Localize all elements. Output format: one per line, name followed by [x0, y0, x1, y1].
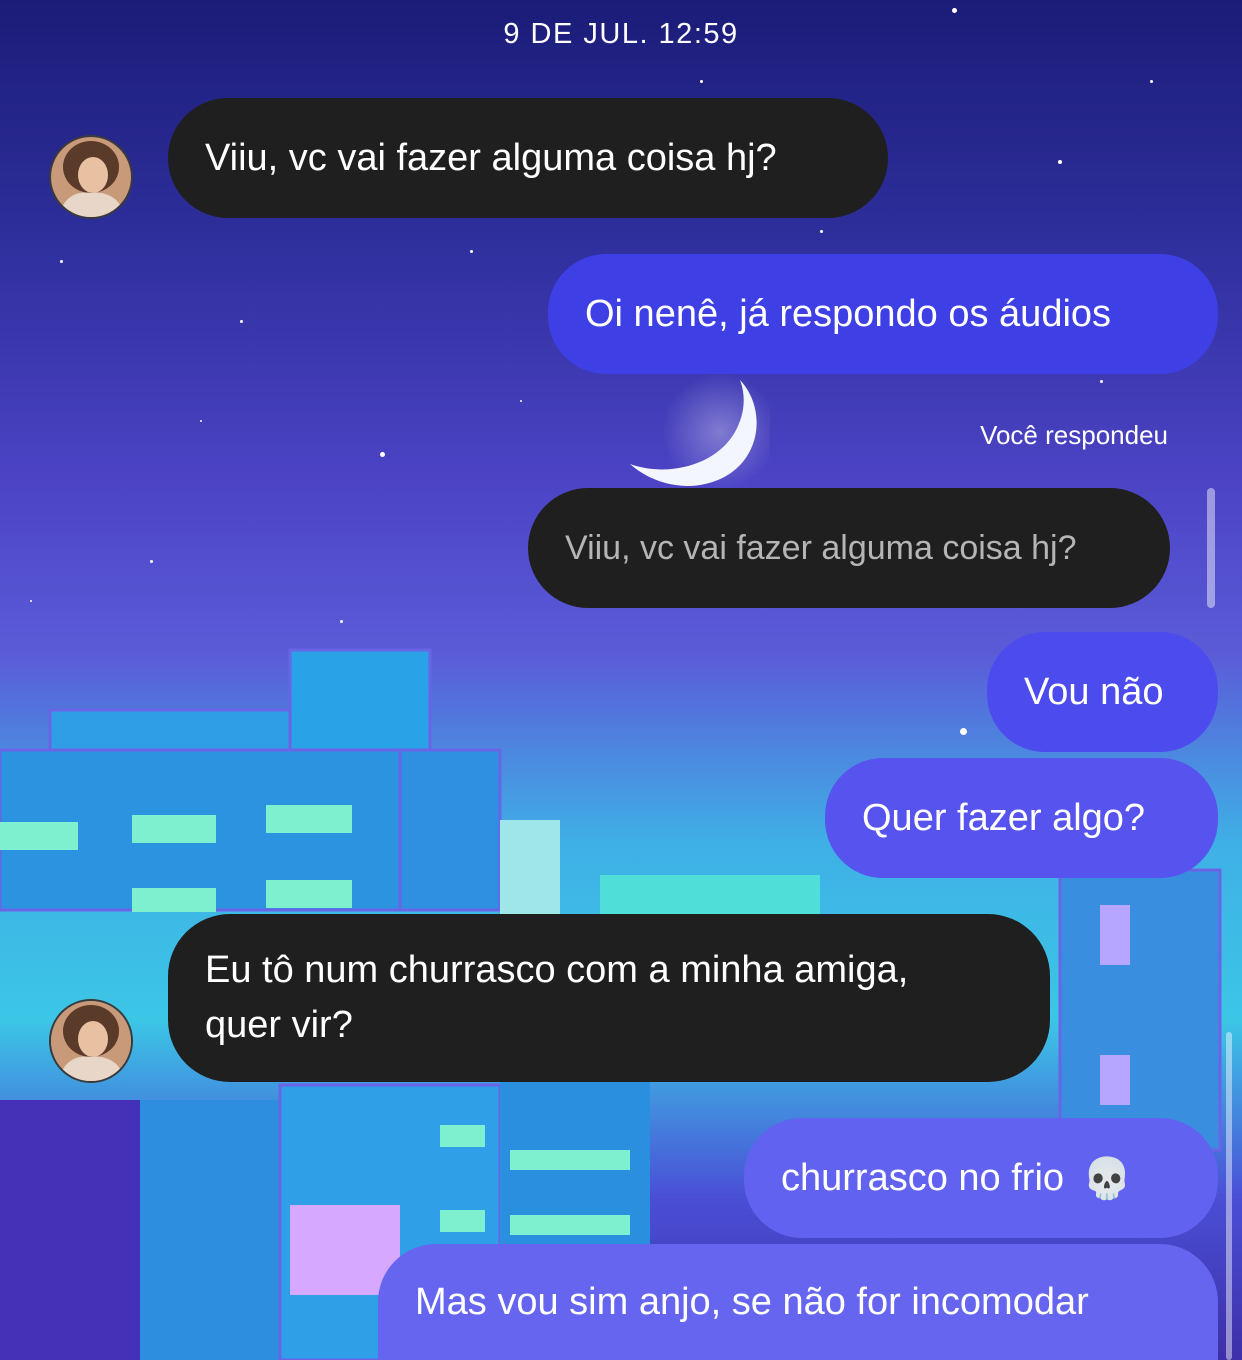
skull-emoji-icon: 💀: [1082, 1156, 1132, 1201]
quoted-text: Viiu, vc vai fazer alguma coisa hj?: [565, 528, 1077, 567]
message-outgoing[interactable]: Mas vou sim anjo, se não for incomodar: [378, 1244, 1218, 1360]
message-outgoing[interactable]: churrasco no frio 💀: [744, 1118, 1218, 1238]
message-outgoing[interactable]: Oi nenê, já respondo os áudios: [548, 254, 1218, 374]
message-incoming[interactable]: Eu tô num churrasco com a minha amiga, q…: [168, 914, 1050, 1082]
contact-avatar[interactable]: [49, 135, 133, 219]
reply-label: Você respondeu: [980, 420, 1168, 450]
quoted-message[interactable]: Viiu, vc vai fazer alguma coisa hj?: [528, 488, 1170, 608]
message-outgoing[interactable]: Vou não: [987, 632, 1218, 752]
message-text-line2: quer vir?: [205, 1004, 353, 1046]
message-outgoing[interactable]: Quer fazer algo?: [825, 758, 1218, 878]
message-text: churrasco no frio: [781, 1156, 1065, 1199]
message-text: Vou não: [1024, 670, 1164, 713]
scrollbar[interactable]: [1226, 1032, 1232, 1360]
reply-bar: [1207, 488, 1215, 608]
message-text: Quer fazer algo?: [862, 796, 1146, 839]
message-text: Mas vou sim anjo, se não for incomodar: [415, 1280, 1089, 1323]
message-text: Viiu, vc vai fazer alguma coisa hj?: [205, 136, 777, 179]
message-text: Oi nenê, já respondo os áudios: [585, 292, 1112, 335]
contact-avatar[interactable]: [49, 999, 133, 1083]
timestamp: 9 DE JUL. 12:59: [503, 18, 739, 50]
message-incoming[interactable]: Viiu, vc vai fazer alguma coisa hj?: [168, 98, 888, 218]
message-text-line1: Eu tô num churrasco com a minha amiga,: [205, 949, 909, 991]
